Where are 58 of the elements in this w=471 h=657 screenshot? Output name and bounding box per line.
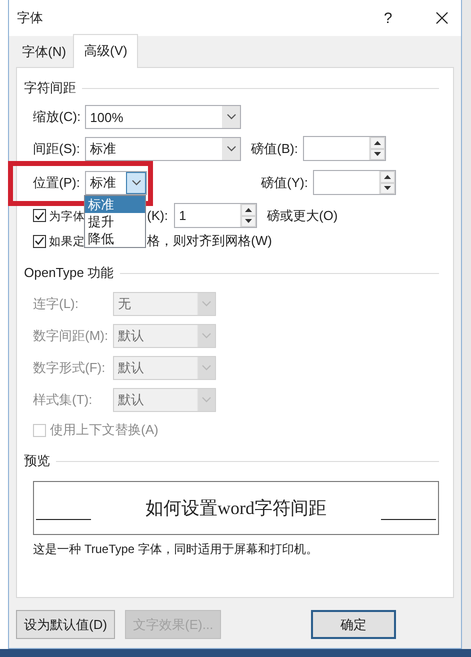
dropdown-option[interactable]: 标准 <box>85 196 145 213</box>
dropdown-option[interactable]: 降低 <box>85 230 145 247</box>
spin-down-button[interactable] <box>370 148 385 160</box>
chevron-icon <box>202 397 211 403</box>
checkmark-icon <box>35 212 44 220</box>
chevron-icon <box>202 365 211 371</box>
up-triangle-icon <box>384 174 391 179</box>
checkbox-label: 格，则对齐到网格(W) <box>147 232 272 250</box>
close-icon[interactable] <box>436 12 448 24</box>
up-triangle-icon <box>244 208 252 212</box>
down-triangle-icon <box>374 152 381 156</box>
down-triangle-icon <box>244 219 252 224</box>
section-heading: 字符间距 <box>24 79 76 97</box>
checkmark-icon <box>35 237 44 245</box>
spin-field[interactable] <box>303 136 386 161</box>
font-note: 这是一种 TrueType 字体，同时适用于屏幕和打印机。 <box>32 541 319 558</box>
field-label: 样式集(T): <box>33 391 94 409</box>
up-triangle-icon <box>374 140 381 145</box>
spin-field[interactable]: 1 <box>174 203 257 228</box>
spin-down-button[interactable] <box>240 216 256 227</box>
chevron-icon <box>227 114 236 120</box>
checkbox-label: 为字体 <box>49 210 85 222</box>
chevron-icon <box>202 333 211 339</box>
field-label: 位置(P): <box>33 174 81 192</box>
dropdown-field[interactable]: 标准 <box>85 136 241 160</box>
dropdown-field[interactable]: 100% <box>85 105 241 129</box>
field-label: 连字(L): <box>33 295 80 313</box>
chevron-icon <box>227 146 236 152</box>
help-button[interactable]: ? <box>375 10 401 26</box>
dialog-button[interactable]: 确定 <box>311 610 396 639</box>
field-label: 缩放(C): <box>33 108 82 126</box>
field-label: 磅或更大(O) <box>266 206 338 224</box>
spin-up-button[interactable] <box>380 171 395 182</box>
preview-text: 如何设置word字符间距 <box>146 497 326 520</box>
chevron-icon <box>132 180 140 186</box>
spin-up-button[interactable] <box>240 204 256 216</box>
tab[interactable]: 高级(V) <box>73 34 138 68</box>
field-label: 磅值(Y): <box>261 174 309 192</box>
field-label: 磅值(B): <box>251 140 299 158</box>
spin-up-button[interactable] <box>370 137 385 148</box>
dialog-button[interactable]: 设为默认值(D) <box>16 610 116 639</box>
section-heading: 预览 <box>24 452 50 470</box>
checkbox-label: (K): <box>147 208 168 223</box>
checkbox[interactable] <box>33 234 46 248</box>
section-heading: OpenType 功能 <box>24 264 114 282</box>
checkbox-label: 如果定 <box>49 236 85 248</box>
spin-down-button[interactable] <box>380 182 395 194</box>
spin-field[interactable] <box>313 170 396 195</box>
dropdown-field[interactable]: 标准 <box>85 170 147 194</box>
chevron-icon <box>202 301 211 307</box>
down-triangle-icon <box>384 186 391 190</box>
checkbox-label: 使用上下文替换(A) <box>50 421 158 439</box>
field-label: 数字间距(M): <box>33 327 110 345</box>
dropdown-option[interactable]: 提升 <box>85 213 145 230</box>
field-label: 间距(S): <box>33 140 81 158</box>
checkbox[interactable] <box>33 209 46 222</box>
field-label: 数字形式(F): <box>33 359 106 377</box>
window-title: 字体 <box>17 9 44 27</box>
